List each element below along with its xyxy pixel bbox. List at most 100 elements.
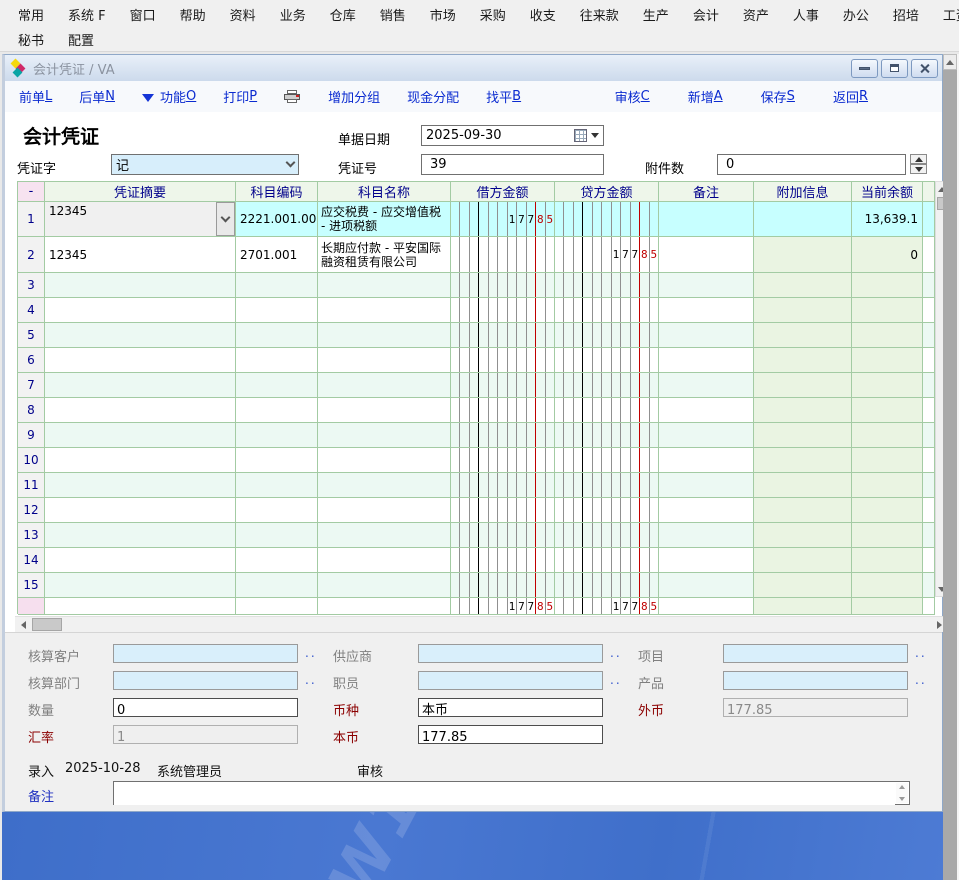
empty-cell[interactable] [236,523,318,547]
currency-input[interactable] [419,700,602,717]
cell-extra-info[interactable] [754,298,852,322]
empty-cell[interactable] [318,548,451,572]
cell-debit-amount[interactable] [451,498,555,522]
accounting-customer-input[interactable] [114,648,297,665]
empty-cell[interactable] [236,323,318,347]
cell-credit-amount[interactable] [555,548,659,572]
accounting-department-input[interactable] [114,675,297,692]
cell-extra-info[interactable] [754,273,852,297]
cell-summary[interactable]: 12345 [45,237,236,272]
menu-item-production[interactable]: 生产 [631,3,681,26]
audit-button[interactable]: 审核C [615,87,650,106]
save-button[interactable]: 保存S [761,87,795,106]
cell-debit-amount[interactable] [451,423,555,447]
outer-scroll-up-icon[interactable] [943,54,957,70]
menu-item-training[interactable]: 招培 [881,3,931,26]
cell-account-name[interactable]: 长期应付款 - 平安国际融资租赁有限公司 [318,237,451,272]
cell-credit-amount[interactable] [555,473,659,497]
attachment-count-input[interactable] [722,155,905,174]
menu-item-system[interactable]: 系统 F [56,3,118,26]
cell-credit-amount[interactable] [555,202,659,236]
cell-credit-amount[interactable] [555,323,659,347]
cell-note[interactable] [659,548,754,572]
cell-extra-info[interactable] [754,548,852,572]
cell-note[interactable] [659,398,754,422]
cell-credit-amount[interactable] [555,573,659,597]
empty-cell[interactable] [318,473,451,497]
empty-cell[interactable] [45,273,236,297]
cell-debit-amount[interactable] [451,573,555,597]
add-group-button[interactable]: 增加分组 [328,87,380,106]
cell-note[interactable] [659,523,754,547]
cell-credit-amount[interactable] [555,398,659,422]
cell-credit-amount[interactable]: 17785 [555,237,659,272]
cell-debit-amount[interactable] [451,237,555,272]
cell-debit-amount[interactable] [451,373,555,397]
cell-credit-amount[interactable] [555,273,659,297]
empty-cell[interactable] [236,473,318,497]
employee-lookup-button[interactable]: .. [610,673,622,687]
printer-button[interactable] [284,90,301,103]
column-header[interactable] [923,182,935,201]
column-header[interactable]: - [18,182,45,201]
empty-cell[interactable] [236,298,318,322]
cell-debit-amount[interactable] [451,348,555,372]
quantity-input[interactable] [114,702,297,719]
accounting-department-lookup-button[interactable]: .. [305,673,317,687]
empty-cell[interactable] [318,273,451,297]
cell-account-code[interactable]: 2701.001 [236,237,318,272]
cell-note[interactable] [659,273,754,297]
menu-item-accounting[interactable]: 会计 [681,3,731,26]
menu-item-help[interactable]: 帮助 [168,3,218,26]
column-header[interactable]: 凭证摘要 [45,182,236,201]
empty-cell[interactable] [236,573,318,597]
menu-item-secretary[interactable]: 秘书 [6,28,56,51]
cell-extra-info[interactable] [754,323,852,347]
voucher-word-select[interactable]: 记 [111,154,299,175]
cell-note[interactable] [659,237,754,272]
cell-debit-amount[interactable] [451,273,555,297]
empty-cell[interactable] [236,273,318,297]
cell-debit-amount[interactable] [451,323,555,347]
cell-account-code[interactable]: 2221.001.001 [236,202,318,236]
cell-credit-amount[interactable] [555,373,659,397]
column-header[interactable]: 附加信息 [754,182,852,201]
column-header[interactable]: 当前余额 [852,182,923,201]
print-button[interactable]: 打印P [223,87,257,106]
minimize-button[interactable] [851,59,878,78]
function-button[interactable]: 功能O [142,87,196,106]
cell-note[interactable] [659,323,754,347]
date-input[interactable]: 2025-09-30 [421,125,604,146]
new-button[interactable]: 新增A [688,87,723,106]
cell-note[interactable] [659,473,754,497]
menu-item-market[interactable]: 市场 [418,3,468,26]
cell-note[interactable] [659,202,754,236]
back-button[interactable]: 返回R [833,87,868,106]
cell-debit-amount[interactable] [451,548,555,572]
cell-note[interactable] [659,298,754,322]
cell-note[interactable] [659,498,754,522]
cell-extra-info[interactable] [754,423,852,447]
column-header[interactable]: 科目编码 [236,182,318,201]
cell-debit-amount[interactable]: 17785 [451,202,555,236]
menu-item-hr[interactable]: 人事 [781,3,831,26]
empty-cell[interactable] [45,323,236,347]
cell-extra-info[interactable] [754,373,852,397]
cell-credit-amount[interactable] [555,298,659,322]
menu-item-common[interactable]: 常用 [6,3,56,26]
empty-cell[interactable] [318,448,451,472]
horizontal-scroll-thumb[interactable] [32,618,62,631]
remark-input[interactable] [114,783,895,805]
cell-account-name[interactable]: 应交税费 - 应交增值税 - 进项税额 [318,202,451,236]
empty-cell[interactable] [236,398,318,422]
remark-spinner[interactable] [896,783,908,803]
cell-debit-amount[interactable] [451,448,555,472]
empty-cell[interactable] [45,523,236,547]
cash-allocate-button[interactable]: 现金分配 [407,87,459,106]
calendar-icon[interactable] [574,129,603,142]
cell-debit-amount[interactable] [451,523,555,547]
menu-item-office[interactable]: 办公 [831,3,881,26]
column-header[interactable]: 备注 [659,182,754,201]
project-input[interactable] [724,648,907,665]
supplier-input[interactable] [419,648,602,665]
